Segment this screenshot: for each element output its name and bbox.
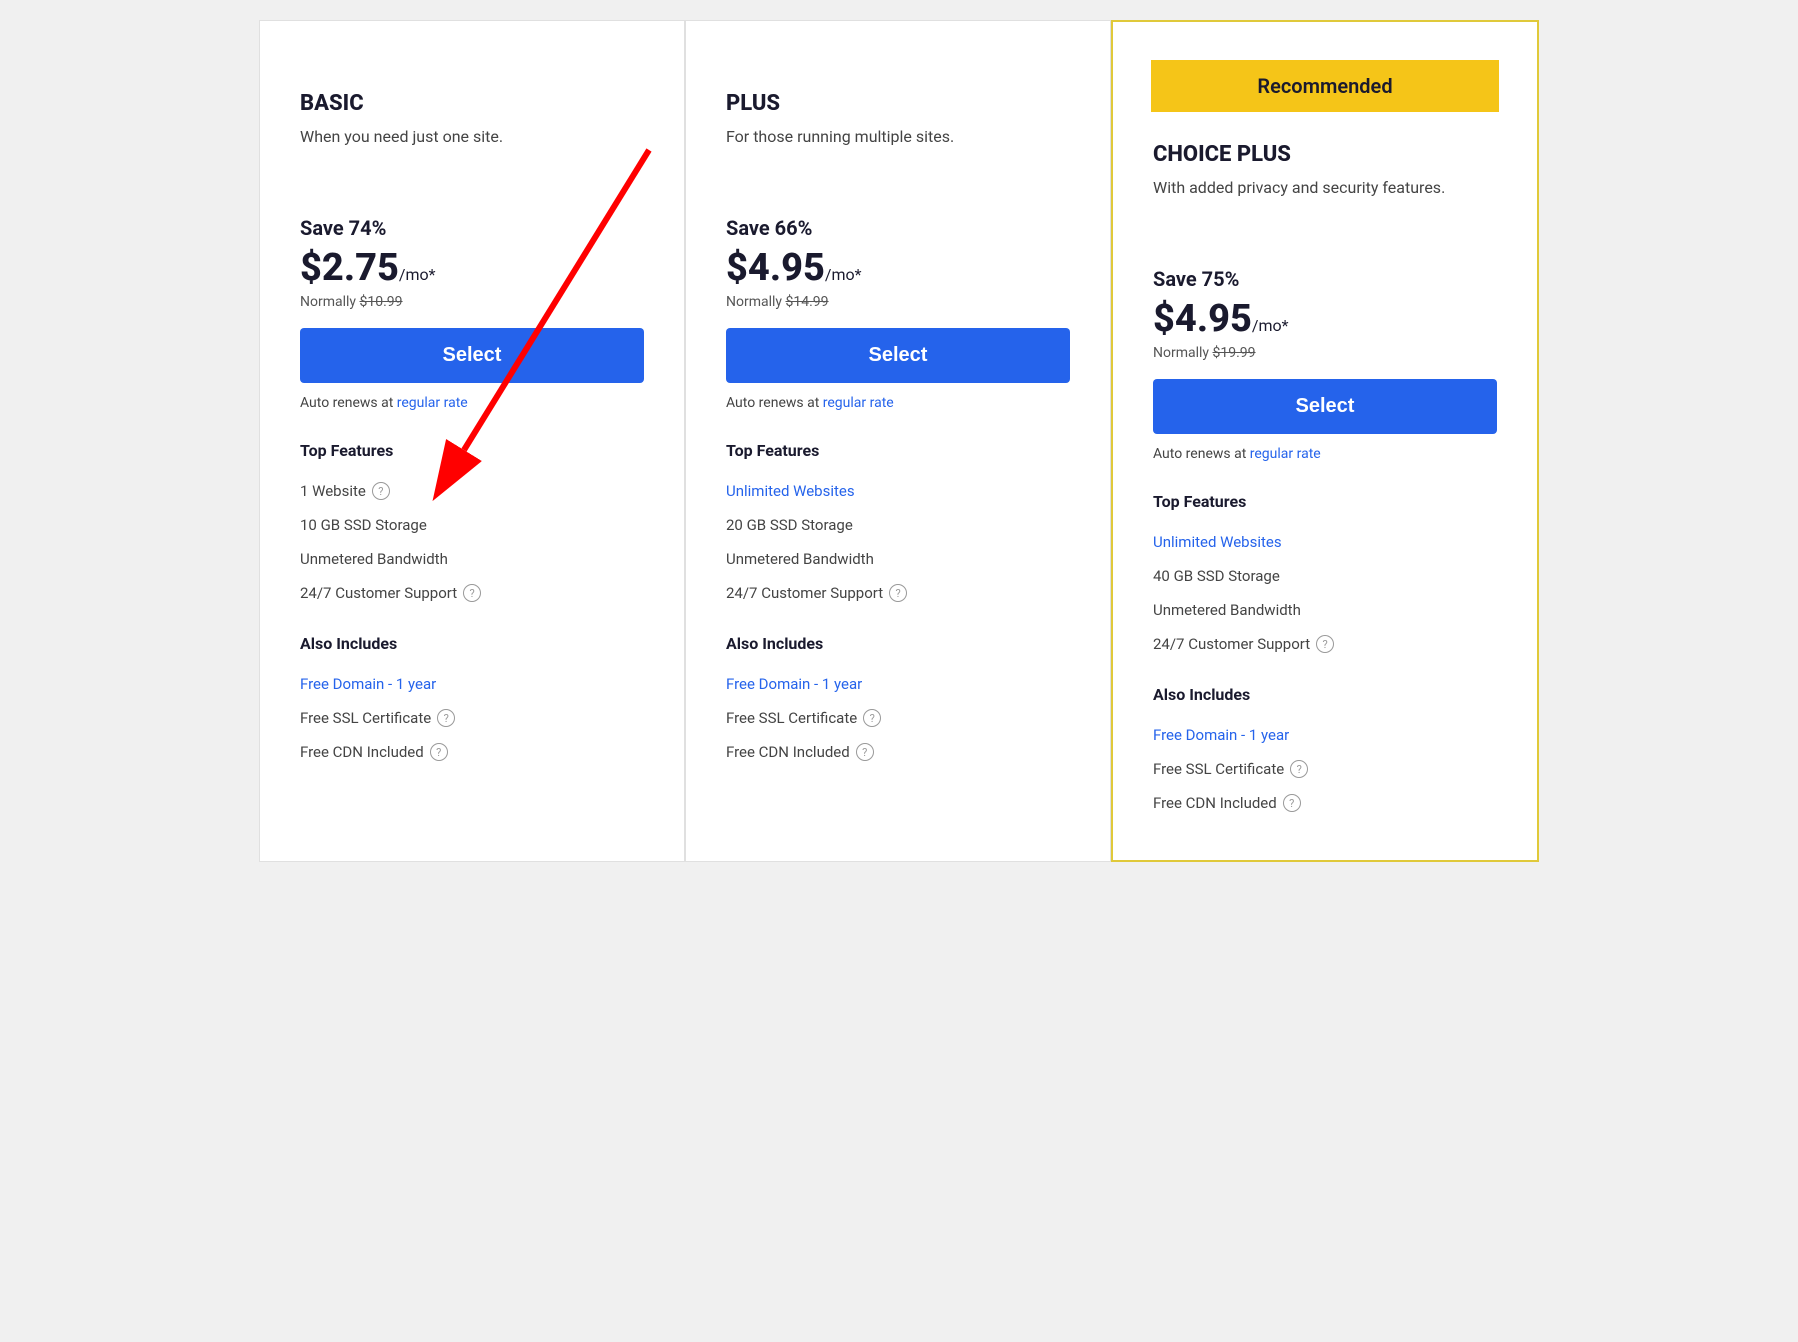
also-includes-text: Free Domain - 1 year [300,675,436,693]
feature-item: Unmetered Bandwidth [1153,593,1497,627]
also-includes-text: Free Domain - 1 year [726,675,862,693]
price-row: $2.75 /mo* [300,246,644,290]
auto-renew-text: Auto renews at regular rate [300,395,644,411]
info-icon[interactable]: ? [856,743,874,761]
regular-rate-link[interactable]: regular rate [397,395,468,411]
also-includes-item: Free Domain - 1 year [1153,718,1497,752]
also-includes-title: Also Includes [726,634,1070,653]
also-includes-item: Free Domain - 1 year [726,667,1070,701]
price-period: /mo* [399,265,436,284]
also-includes-item: Free SSL Certificate ? [300,701,644,735]
price-row: $4.95 /mo* [726,246,1070,290]
feature-item: 24/7 Customer Support ? [1153,627,1497,661]
plan-description: When you need just one site. [300,126,644,186]
price-dollar: $4.95 [726,246,825,290]
feature-item: 20 GB SSD Storage [726,508,1070,542]
auto-renew-text: Auto renews at regular rate [1153,446,1497,462]
also-includes-title: Also Includes [300,634,644,653]
normally-text: Normally $14.99 [726,294,1070,310]
also-includes-item: Free CDN Included ? [1153,786,1497,820]
info-icon[interactable]: ? [463,584,481,602]
plan-description: For those running multiple sites. [726,126,1070,186]
info-icon[interactable]: ? [430,743,448,761]
top-features-title: Top Features [300,441,644,460]
info-icon[interactable]: ? [1316,635,1334,653]
feature-item: 24/7 Customer Support ? [300,576,644,610]
feature-text: 10 GB SSD Storage [300,516,427,534]
feature-text: 24/7 Customer Support [300,584,457,602]
plan-name: PLUS [726,91,1070,116]
also-includes-item: Free SSL Certificate ? [726,701,1070,735]
also-includes-section: Also Includes Free Domain - 1 year Free … [300,634,644,769]
info-icon[interactable]: ? [437,709,455,727]
price-period: /mo* [1252,316,1289,335]
also-includes-text: Free SSL Certificate [1153,760,1284,778]
info-icon[interactable]: ? [1283,794,1301,812]
also-includes-item: Free CDN Included ? [300,735,644,769]
feature-item: Unmetered Bandwidth [300,542,644,576]
feature-item: Unlimited Websites [1153,525,1497,559]
top-features-section: Top Features Unlimited Websites 20 GB SS… [726,441,1070,610]
feature-item: Unmetered Bandwidth [726,542,1070,576]
also-includes-text: Free CDN Included [1153,794,1277,812]
price-row: $4.95 /mo* [1153,297,1497,341]
feature-item: Unlimited Websites [726,474,1070,508]
feature-item: 40 GB SSD Storage [1153,559,1497,593]
normally-text: Normally $19.99 [1153,345,1497,361]
plan-description: With added privacy and security features… [1153,177,1497,237]
plan-name: BASIC [300,91,644,116]
info-icon[interactable]: ? [889,584,907,602]
also-includes-text: Free CDN Included [300,743,424,761]
price-dollar: $4.95 [1153,297,1252,341]
also-includes-section: Also Includes Free Domain - 1 year Free … [726,634,1070,769]
plan-name: CHOICE PLUS [1153,142,1497,167]
also-includes-text: Free Domain - 1 year [1153,726,1289,744]
plan-card-plus: PLUS For those running multiple sites. S… [685,20,1111,862]
select-button[interactable]: Select [726,328,1070,383]
price-period: /mo* [825,265,862,284]
also-includes-title: Also Includes [1153,685,1497,704]
top-features-title: Top Features [1153,492,1497,511]
feature-text: 1 Website [300,482,366,500]
pricing-container: BASIC When you need just one site. Save … [259,20,1539,862]
plan-card-basic: BASIC When you need just one site. Save … [259,20,685,862]
select-button[interactable]: Select [1153,379,1497,434]
top-features-section: Top Features Unlimited Websites 40 GB SS… [1153,492,1497,661]
feature-item: 24/7 Customer Support ? [726,576,1070,610]
also-includes-item: Free SSL Certificate ? [1153,752,1497,786]
also-includes-item: Free Domain - 1 year [300,667,644,701]
select-button[interactable]: Select [300,328,644,383]
top-features-section: Top Features 1 Website ? 10 GB SSD Stora… [300,441,644,610]
also-includes-section: Also Includes Free Domain - 1 year Free … [1153,685,1497,820]
info-icon[interactable]: ? [863,709,881,727]
regular-rate-link[interactable]: regular rate [823,395,894,411]
feature-text: 20 GB SSD Storage [726,516,853,534]
save-text: Save 74% [300,216,644,240]
feature-text: Unmetered Bandwidth [1153,601,1301,619]
feature-text: Unmetered Bandwidth [300,550,448,568]
also-includes-text: Free SSL Certificate [726,709,857,727]
feature-text: 24/7 Customer Support [726,584,883,602]
feature-text: Unlimited Websites [1153,533,1282,551]
feature-item: 1 Website ? [300,474,644,508]
feature-text: 40 GB SSD Storage [1153,567,1280,585]
regular-rate-link[interactable]: regular rate [1250,446,1321,462]
save-text: Save 75% [1153,267,1497,291]
also-includes-item: Free CDN Included ? [726,735,1070,769]
top-features-title: Top Features [726,441,1070,460]
plan-card-choice-plus: Recommended CHOICE PLUS With added priva… [1111,20,1539,862]
feature-item: 10 GB SSD Storage [300,508,644,542]
feature-text: 24/7 Customer Support [1153,635,1310,653]
auto-renew-text: Auto renews at regular rate [726,395,1070,411]
feature-text: Unlimited Websites [726,482,855,500]
info-icon[interactable]: ? [1290,760,1308,778]
save-text: Save 66% [726,216,1070,240]
normally-text: Normally $10.99 [300,294,644,310]
also-includes-text: Free SSL Certificate [300,709,431,727]
price-dollar: $2.75 [300,246,399,290]
also-includes-text: Free CDN Included [726,743,850,761]
info-icon[interactable]: ? [372,482,390,500]
feature-text: Unmetered Bandwidth [726,550,874,568]
recommended-badge: Recommended [1151,60,1499,112]
